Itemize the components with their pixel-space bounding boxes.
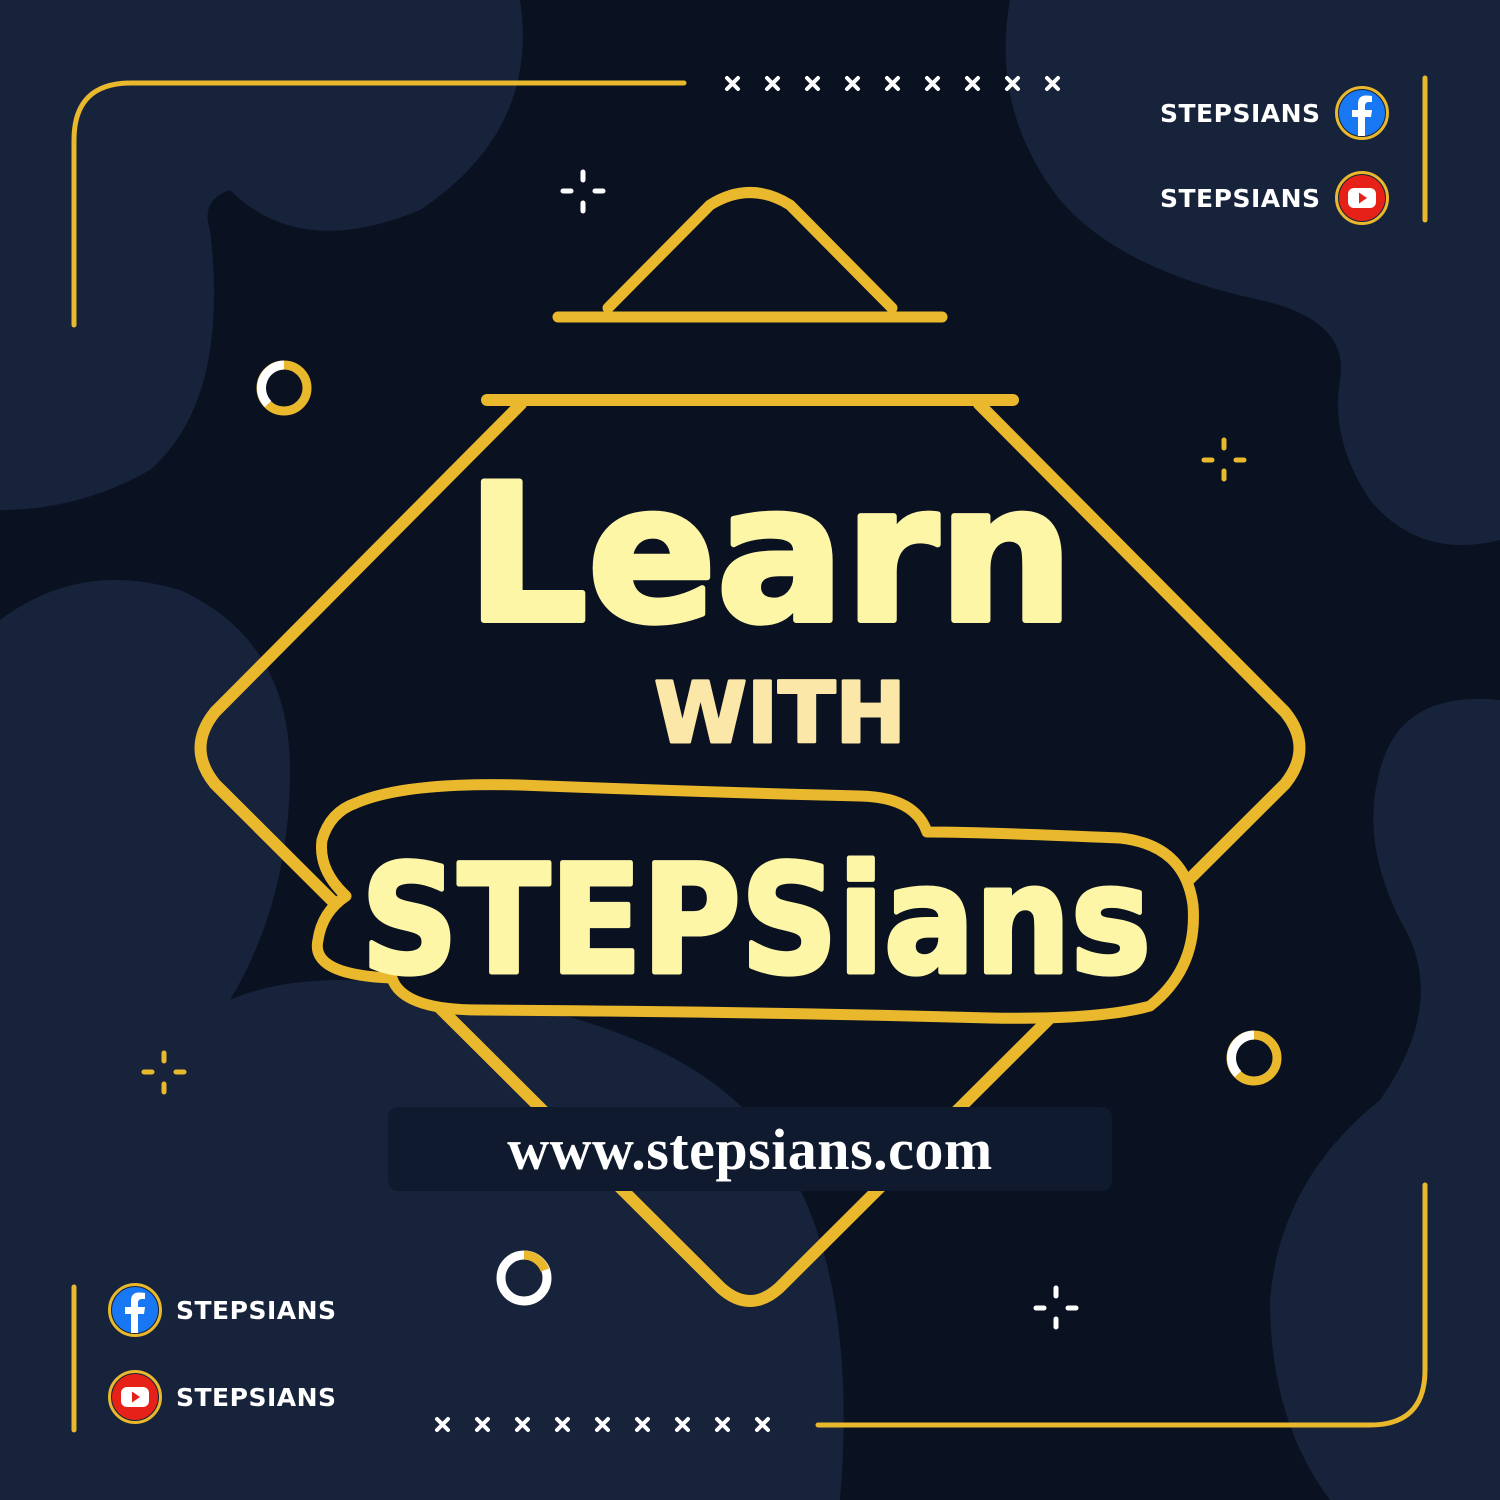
youtube-icon[interactable] bbox=[1334, 171, 1389, 225]
facebook-label: STEPSIANS bbox=[1160, 98, 1321, 128]
poster-artwork: Learn WITH STEPSians bbox=[0, 0, 1500, 1500]
website-box[interactable]: www.stepsians.com bbox=[388, 1107, 1112, 1191]
social-youtube-top[interactable]: STEPSIANS bbox=[1160, 171, 1389, 225]
headline-stepsians: STEPSians bbox=[361, 834, 1151, 1008]
website-url[interactable]: www.stepsians.com bbox=[507, 1116, 992, 1183]
youtube-label: STEPSIANS bbox=[1160, 183, 1321, 213]
social-facebook-bottom[interactable]: STEPSIANS bbox=[108, 1283, 337, 1337]
facebook-icon[interactable] bbox=[108, 1283, 162, 1337]
social-facebook-top[interactable]: STEPSIANS bbox=[1160, 86, 1389, 140]
poster: Learn WITH STEPSians www.stepsians.com S… bbox=[0, 0, 1500, 1500]
headline-learn: Learn bbox=[466, 444, 1073, 665]
facebook-icon[interactable] bbox=[1334, 86, 1389, 140]
youtube-label: STEPSIANS bbox=[176, 1382, 337, 1412]
youtube-icon[interactable] bbox=[108, 1370, 162, 1424]
social-youtube-bottom[interactable]: STEPSIANS bbox=[108, 1370, 337, 1424]
headline-with: WITH bbox=[654, 664, 906, 762]
facebook-label: STEPSIANS bbox=[176, 1295, 337, 1325]
